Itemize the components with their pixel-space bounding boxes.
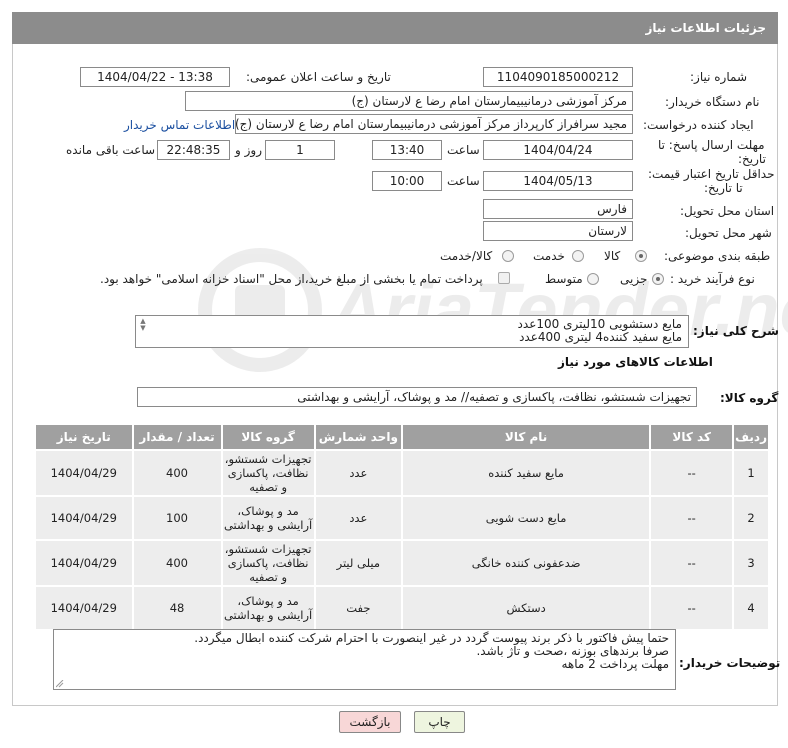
cell-qty: 400 xyxy=(131,449,223,497)
cell-code: -- xyxy=(649,539,735,587)
price-date-field: 1404/05/13 xyxy=(483,171,633,191)
cell-date: 1404/04/29 xyxy=(34,539,134,587)
price-validity-label: حداقل تاریخ اعتبار قیمت: xyxy=(648,167,775,181)
category-option-service: خدمت xyxy=(533,249,565,263)
process-label: نوع فرآیند خرید : xyxy=(670,272,755,286)
summary-scroll-arrows-icon[interactable]: ▲ ▼ xyxy=(138,318,148,332)
category-option-goods: کالا xyxy=(604,249,621,263)
cell-group: مد و پوشاک، آرایشی و بهداشتی xyxy=(220,585,316,631)
page-title: جزئیات اطلاعات نیاز xyxy=(645,21,766,35)
buyer-field: مرکز آموزشی درمانیبیمارستان امام رضا ع ل… xyxy=(185,91,633,111)
table-row: 2 -- مایع دست شویی عدد مد و پوشاک، آرایش… xyxy=(34,495,770,541)
cell-unit: میلی لیتر xyxy=(313,539,403,587)
creator-field: مجید سرافراز کارپرداز مرکز آموزشی درمانی… xyxy=(235,114,633,134)
col-code: کد کالا xyxy=(649,423,735,451)
col-name: نام کالا xyxy=(400,423,652,451)
process-radio-minor[interactable] xyxy=(652,273,664,285)
cell-qty: 100 xyxy=(131,495,223,541)
goods-section-title: اطلاعات کالاهای مورد نیاز xyxy=(558,355,713,369)
cell-name: ضدعفونی کننده خانگی xyxy=(400,539,652,587)
cell-unit: جفت xyxy=(313,585,403,631)
province-field: فارس xyxy=(483,199,633,219)
process-option-minor: جزیی xyxy=(620,272,648,286)
city-field: لارستان xyxy=(483,221,633,241)
table-row: 4 -- دستکش جفت مد و پوشاک، آرایشی و بهدا… xyxy=(34,585,770,631)
category-radio-goods-service[interactable] xyxy=(502,250,514,262)
buyer-label: نام دستگاه خریدار: xyxy=(665,95,760,109)
col-group: گروه کالا xyxy=(220,423,316,451)
cell-name: مایع سفید کننده xyxy=(400,449,652,497)
cell-row: 1 xyxy=(732,449,770,497)
province-label: استان محل تحویل: xyxy=(680,204,775,218)
need-number-label: شماره نیاز: xyxy=(690,70,747,84)
category-option-goods-service: کالا/خدمت xyxy=(440,249,493,263)
cell-group: مد و پوشاک، آرایشی و بهداشتی xyxy=(220,495,316,541)
col-qty: تعداد / مقدار xyxy=(131,423,223,451)
announce-field: 1404/04/22 - 13:38 xyxy=(80,67,230,87)
deadline-date-field: 1404/04/24 xyxy=(483,140,633,160)
price-time-label: ساعت xyxy=(447,174,480,188)
cell-qty: 48 xyxy=(131,585,223,631)
category-radio-goods[interactable] xyxy=(635,250,647,262)
cell-date: 1404/04/29 xyxy=(34,449,134,497)
cell-row: 3 xyxy=(732,539,770,587)
cell-code: -- xyxy=(649,449,735,497)
announce-label: تاریخ و ساعت اعلان عمومی: xyxy=(246,70,391,84)
buyer-notes-label: توضیحات خریدار: xyxy=(679,656,781,670)
back-button[interactable]: بازگشت xyxy=(339,711,401,733)
col-date: تاریخ نیاز xyxy=(34,423,134,451)
cell-qty: 400 xyxy=(131,539,223,587)
category-label: طبقه بندی موضوعی: xyxy=(664,249,771,263)
days-field: 1 xyxy=(265,140,335,160)
payment-note: پرداخت تمام یا بخشی از مبلغ خرید،از محل … xyxy=(100,272,483,286)
page-header: جزئیات اطلاعات نیاز xyxy=(12,12,778,44)
goods-table-header: ردیف کد کالا نام کالا واحد شمارش گروه کا… xyxy=(34,423,770,451)
summary-label: شرح کلی نیاز: xyxy=(693,324,779,338)
deadline-time-label: ساعت xyxy=(447,143,480,157)
price-validity-label-2: تا تاریخ: xyxy=(704,181,743,195)
buyer-note-line-3: مهلت پرداخت 2 ماهه xyxy=(561,657,670,671)
print-button[interactable]: چاپ xyxy=(414,711,465,733)
cell-code: -- xyxy=(649,585,735,631)
contact-info-link[interactable]: اطلاعات تماس خریدار xyxy=(124,118,235,132)
cell-name: مایع دست شویی xyxy=(400,495,652,541)
cell-group: تجهیزات شستشو، نظافت، پاکسازی و تصفیه xyxy=(220,449,316,497)
goods-table: ردیف کد کالا نام کالا واحد شمارش گروه کا… xyxy=(34,423,770,631)
process-option-medium: متوسط xyxy=(545,272,583,286)
creator-label: ایجاد کننده درخواست: xyxy=(643,118,754,132)
treasury-checkbox[interactable] xyxy=(498,272,510,284)
cell-row: 4 xyxy=(732,585,770,631)
price-time-field: 10:00 xyxy=(372,171,442,191)
goods-group-field: تجهیزات شستشو، نظافت، پاکسازی و تصفیه// … xyxy=(137,387,697,407)
cell-row: 2 xyxy=(732,495,770,541)
deadline-time-field: 13:40 xyxy=(372,140,442,160)
goods-group-label: گروه کالا: xyxy=(720,391,779,405)
summary-line-2: مایع سفید کننده4 لیتری 400عدد xyxy=(519,330,682,344)
cell-name: دستکش xyxy=(400,585,652,631)
deadline-label: مهلت ارسال پاسخ: تا xyxy=(658,138,765,152)
col-unit: واحد شمارش xyxy=(313,423,403,451)
table-row: 3 -- ضدعفونی کننده خانگی میلی لیتر تجهیز… xyxy=(34,539,770,587)
need-number-field: 1104090185000212 xyxy=(483,67,633,87)
days-label: روز و xyxy=(235,143,262,157)
city-label: شهر محل تحویل: xyxy=(685,226,772,240)
remaining-label: ساعت باقی مانده xyxy=(66,143,156,157)
remaining-time-field: 22:48:35 xyxy=(157,140,230,160)
cell-unit: عدد xyxy=(313,495,403,541)
cell-unit: عدد xyxy=(313,449,403,497)
process-radio-medium[interactable] xyxy=(587,273,599,285)
cell-date: 1404/04/29 xyxy=(34,585,134,631)
cell-date: 1404/04/29 xyxy=(34,495,134,541)
cell-code: -- xyxy=(649,495,735,541)
cell-group: تجهیزات شستشو، نظافت، پاکسازی و تصفیه xyxy=(220,539,316,587)
col-row: ردیف xyxy=(732,423,770,451)
buyer-notes-textarea[interactable]: حتما پیش فاکتور با ذکر برند پیوست گردد د… xyxy=(53,629,676,690)
table-row: 1 -- مایع سفید کننده عدد تجهیزات شستشو، … xyxy=(34,449,770,497)
summary-textarea[interactable]: مایع دستشویی 10لیتری 100عدد مایع سفید کن… xyxy=(135,315,689,348)
category-radio-service[interactable] xyxy=(572,250,584,262)
resize-handle-icon[interactable] xyxy=(56,680,64,688)
deadline-label-2: تاریخ: xyxy=(738,152,766,166)
